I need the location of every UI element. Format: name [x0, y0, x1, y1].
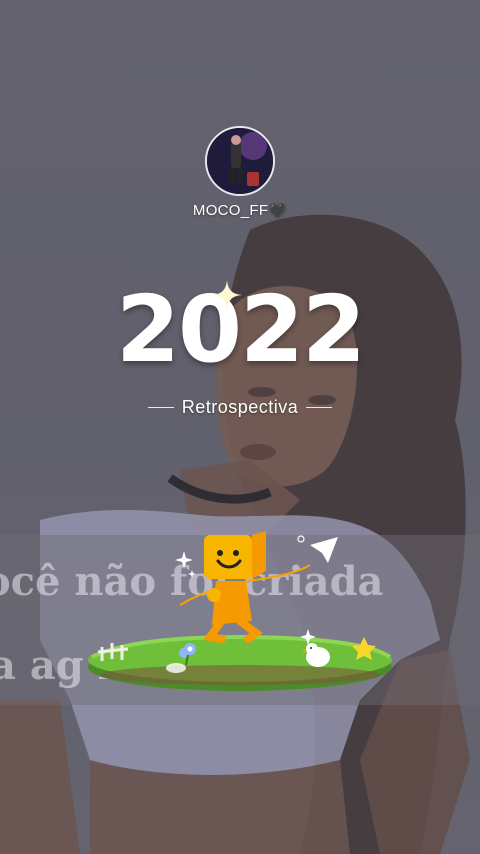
- username-text: MOCO_FF: [192, 202, 269, 219]
- subtitle-row: Retrospectiva: [0, 397, 480, 418]
- mascot-scene: [88, 531, 392, 691]
- sparkle-icon: [212, 280, 242, 310]
- subtitle-divider-right: [306, 407, 333, 408]
- username[interactable]: MOCO_FF🖤: [0, 202, 480, 219]
- subtitle-divider-left: [147, 407, 174, 408]
- profile: MOCO_FF🖤: [0, 126, 480, 219]
- avatar[interactable]: [205, 126, 275, 196]
- paper-plane-icon: [310, 537, 338, 563]
- fence-icon: [97, 643, 129, 661]
- grass-island-icon: [88, 634, 392, 691]
- sparkle-small-icon: [175, 551, 193, 569]
- subtitle: Retrospectiva: [181, 397, 299, 417]
- mascot-icon: [203, 531, 266, 643]
- heart-emoji: 🖤: [269, 202, 288, 218]
